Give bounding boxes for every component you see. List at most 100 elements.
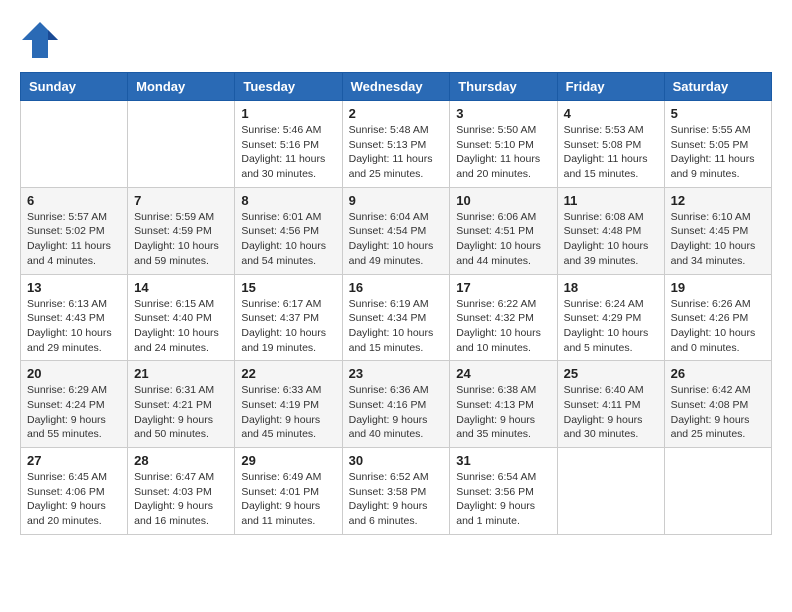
day-info: Sunrise: 5:48 AM Sunset: 5:13 PM Dayligh… [349, 123, 444, 182]
calendar-cell [664, 448, 771, 535]
calendar-cell: 30 Sunrise: 6:52 AM Sunset: 3:58 PM Dayli… [342, 448, 450, 535]
calendar-week-1: 1 Sunrise: 5:46 AM Sunset: 5:16 PM Daylig… [21, 101, 772, 188]
day-info: Sunrise: 5:59 AM Sunset: 4:59 PM Dayligh… [134, 210, 228, 269]
day-info: Sunrise: 6:47 AM Sunset: 4:03 PM Dayligh… [134, 470, 228, 529]
calendar-cell: 16Sunrise: 6:19 AM Sunset: 4:34 PM Dayli… [342, 274, 450, 361]
calendar-week-5: 27 Sunrise: 6:45 AM Sunset: 4:06 PM Dayli… [21, 448, 772, 535]
weekday-header-monday: Monday [128, 73, 235, 101]
day-info: Sunrise: 6:36 AM Sunset: 4:16 PM Dayligh… [349, 383, 444, 442]
day-info: Sunrise: 6:17 AM Sunset: 4:37 PM Dayligh… [241, 297, 335, 356]
day-info: Sunrise: 6:13 AM Sunset: 4:43 PM Dayligh… [27, 297, 121, 356]
day-info: Sunrise: 6:38 AM Sunset: 4:13 PM Dayligh… [456, 383, 550, 442]
calendar-cell: 14 Sunrise: 6:15 AM Sunset: 4:40 PM Dayli… [128, 274, 235, 361]
day-info: Sunrise: 6:10 AM Sunset: 4:45 PM Dayligh… [671, 210, 765, 269]
day-info: Sunrise: 6:22 AM Sunset: 4:32 PM Dayligh… [456, 297, 550, 356]
calendar-cell: 11 Sunrise: 6:08 AM Sunset: 4:48 PM Dayli… [557, 187, 664, 274]
calendar-cell: 19 Sunrise: 6:26 AM Sunset: 4:26 PM Dayli… [664, 274, 771, 361]
calendar-header-row: SundayMondayTuesdayWednesdayThursdayFrid… [21, 73, 772, 101]
day-number: 9 [349, 193, 444, 208]
day-number: 4 [564, 106, 658, 121]
calendar-cell: 5 Sunrise: 5:55 AM Sunset: 5:05 PM Daylig… [664, 101, 771, 188]
day-number: 30 [349, 453, 444, 468]
calendar-cell: 31 Sunrise: 6:54 AM Sunset: 3:56 PM Dayli… [450, 448, 557, 535]
weekday-header-thursday: Thursday [450, 73, 557, 101]
day-number: 13 [27, 280, 121, 295]
day-number: 10 [456, 193, 550, 208]
day-number: 17 [456, 280, 550, 295]
day-info: Sunrise: 5:55 AM Sunset: 5:05 PM Dayligh… [671, 123, 765, 182]
day-info: Sunrise: 6:26 AM Sunset: 4:26 PM Dayligh… [671, 297, 765, 356]
day-info: Sunrise: 6:29 AM Sunset: 4:24 PM Dayligh… [27, 383, 121, 442]
weekday-header-tuesday: Tuesday [235, 73, 342, 101]
day-info: Sunrise: 6:08 AM Sunset: 4:48 PM Dayligh… [564, 210, 658, 269]
calendar-cell: 25Sunrise: 6:40 AM Sunset: 4:11 PM Dayli… [557, 361, 664, 448]
calendar-cell: 1 Sunrise: 5:46 AM Sunset: 5:16 PM Daylig… [235, 101, 342, 188]
day-number: 7 [134, 193, 228, 208]
day-number: 3 [456, 106, 550, 121]
day-number: 5 [671, 106, 765, 121]
day-info: Sunrise: 5:53 AM Sunset: 5:08 PM Dayligh… [564, 123, 658, 182]
calendar-cell [21, 101, 128, 188]
calendar-cell: 2 Sunrise: 5:48 AM Sunset: 5:13 PM Daylig… [342, 101, 450, 188]
day-number: 14 [134, 280, 228, 295]
day-info: Sunrise: 6:42 AM Sunset: 4:08 PM Dayligh… [671, 383, 765, 442]
day-info: Sunrise: 6:45 AM Sunset: 4:06 PM Dayligh… [27, 470, 121, 529]
day-number: 6 [27, 193, 121, 208]
day-info: Sunrise: 6:24 AM Sunset: 4:29 PM Dayligh… [564, 297, 658, 356]
day-number: 29 [241, 453, 335, 468]
calendar-cell: 22 Sunrise: 6:33 AM Sunset: 4:19 PM Dayli… [235, 361, 342, 448]
weekday-header-friday: Friday [557, 73, 664, 101]
calendar-cell: 29 Sunrise: 6:49 AM Sunset: 4:01 PM Dayli… [235, 448, 342, 535]
calendar-week-3: 13 Sunrise: 6:13 AM Sunset: 4:43 PM Dayli… [21, 274, 772, 361]
calendar-cell: 8Sunrise: 6:01 AM Sunset: 4:56 PM Daylig… [235, 187, 342, 274]
page-header [20, 20, 772, 56]
day-number: 23 [349, 366, 444, 381]
day-number: 22 [241, 366, 335, 381]
calendar-cell: 26Sunrise: 6:42 AM Sunset: 4:08 PM Dayli… [664, 361, 771, 448]
day-info: Sunrise: 6:49 AM Sunset: 4:01 PM Dayligh… [241, 470, 335, 529]
day-info: Sunrise: 6:19 AM Sunset: 4:34 PM Dayligh… [349, 297, 444, 356]
day-number: 1 [241, 106, 335, 121]
weekday-header-sunday: Sunday [21, 73, 128, 101]
day-number: 12 [671, 193, 765, 208]
day-number: 19 [671, 280, 765, 295]
logo-icon [20, 20, 56, 56]
day-info: Sunrise: 6:33 AM Sunset: 4:19 PM Dayligh… [241, 383, 335, 442]
day-number: 27 [27, 453, 121, 468]
calendar-cell [128, 101, 235, 188]
day-number: 18 [564, 280, 658, 295]
day-number: 28 [134, 453, 228, 468]
day-number: 11 [564, 193, 658, 208]
calendar-cell: 4 Sunrise: 5:53 AM Sunset: 5:08 PM Daylig… [557, 101, 664, 188]
day-info: Sunrise: 6:52 AM Sunset: 3:58 PM Dayligh… [349, 470, 444, 529]
calendar-table: SundayMondayTuesdayWednesdayThursdayFrid… [20, 72, 772, 535]
day-info: Sunrise: 6:15 AM Sunset: 4:40 PM Dayligh… [134, 297, 228, 356]
calendar-cell [557, 448, 664, 535]
calendar-cell: 6 Sunrise: 5:57 AM Sunset: 5:02 PM Daylig… [21, 187, 128, 274]
day-info: Sunrise: 5:57 AM Sunset: 5:02 PM Dayligh… [27, 210, 121, 269]
calendar-cell: 20 Sunrise: 6:29 AM Sunset: 4:24 PM Dayli… [21, 361, 128, 448]
day-number: 20 [27, 366, 121, 381]
day-info: Sunrise: 5:46 AM Sunset: 5:16 PM Dayligh… [241, 123, 335, 182]
day-info: Sunrise: 6:06 AM Sunset: 4:51 PM Dayligh… [456, 210, 550, 269]
day-number: 2 [349, 106, 444, 121]
day-number: 31 [456, 453, 550, 468]
day-number: 21 [134, 366, 228, 381]
logo [20, 20, 60, 56]
calendar-cell: 24Sunrise: 6:38 AM Sunset: 4:13 PM Dayli… [450, 361, 557, 448]
day-info: Sunrise: 6:31 AM Sunset: 4:21 PM Dayligh… [134, 383, 228, 442]
calendar-cell: 3Sunrise: 5:50 AM Sunset: 5:10 PM Daylig… [450, 101, 557, 188]
calendar-cell: 18 Sunrise: 6:24 AM Sunset: 4:29 PM Dayli… [557, 274, 664, 361]
calendar-cell: 10 Sunrise: 6:06 AM Sunset: 4:51 PM Dayli… [450, 187, 557, 274]
calendar-cell: 27 Sunrise: 6:45 AM Sunset: 4:06 PM Dayli… [21, 448, 128, 535]
day-number: 15 [241, 280, 335, 295]
calendar-cell: 15 Sunrise: 6:17 AM Sunset: 4:37 PM Dayli… [235, 274, 342, 361]
day-info: Sunrise: 6:01 AM Sunset: 4:56 PM Dayligh… [241, 210, 335, 269]
calendar-cell: 23 Sunrise: 6:36 AM Sunset: 4:16 PM Dayli… [342, 361, 450, 448]
calendar-cell: 12 Sunrise: 6:10 AM Sunset: 4:45 PM Dayli… [664, 187, 771, 274]
calendar-week-4: 20 Sunrise: 6:29 AM Sunset: 4:24 PM Dayli… [21, 361, 772, 448]
calendar-week-2: 6 Sunrise: 5:57 AM Sunset: 5:02 PM Daylig… [21, 187, 772, 274]
day-info: Sunrise: 6:04 AM Sunset: 4:54 PM Dayligh… [349, 210, 444, 269]
day-info: Sunrise: 6:54 AM Sunset: 3:56 PM Dayligh… [456, 470, 550, 529]
weekday-header-wednesday: Wednesday [342, 73, 450, 101]
